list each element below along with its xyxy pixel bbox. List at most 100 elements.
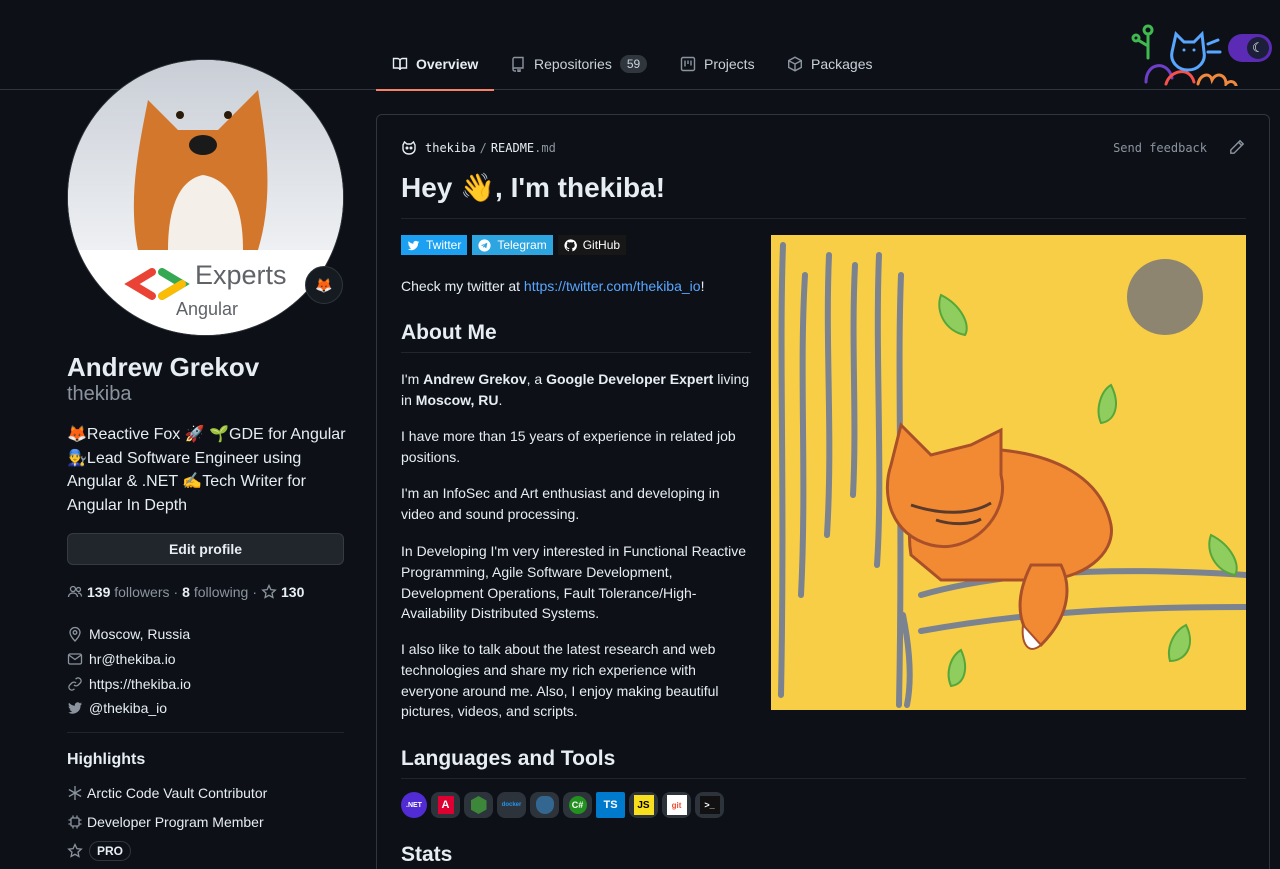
tab-packages[interactable]: Packages — [771, 38, 888, 90]
cpu-icon — [68, 815, 82, 828]
tool-label: TS — [603, 799, 618, 811]
twitter-row: @thekiba_io — [67, 696, 344, 721]
tab-projects[interactable]: Projects — [664, 38, 771, 90]
people-icon — [67, 585, 83, 598]
tool-label: docker — [501, 802, 522, 808]
status-emoji-button[interactable]: 🦊 — [305, 266, 343, 304]
terminal-icon: >_ — [695, 792, 724, 818]
sleeping-fox-illustration — [771, 235, 1246, 710]
city-strong: Moscow, RU — [415, 391, 499, 408]
csharp-icon: C# — [563, 792, 592, 818]
package-icon — [788, 56, 802, 72]
profile-details: Moscow, Russia hr@thekiba.io https://the… — [67, 622, 344, 721]
languages-divider — [401, 778, 1246, 779]
star-icon — [261, 584, 277, 599]
twitter-icon — [407, 240, 420, 250]
tool-label — [470, 796, 487, 814]
star-icon — [67, 842, 83, 858]
social-badges: Twitter Telegram GitHub — [401, 235, 627, 255]
highlight-item[interactable]: Arctic Code Vault Contributor — [67, 778, 344, 807]
stars-link[interactable]: 130 — [261, 584, 304, 600]
badge-label: Telegram — [497, 238, 547, 252]
theme-toggle[interactable]: ☾ — [1228, 34, 1272, 62]
telegram-icon — [478, 238, 491, 252]
about-paragraph-1: I'm Andrew Grekov, a Google Developer Ex… — [401, 369, 751, 411]
about-paragraph-5: I also like to talk about the latest res… — [401, 641, 719, 720]
twitter-post-text: ! — [700, 278, 705, 294]
twitter-url-link[interactable]: https://twitter.com/thekiba_io — [524, 278, 701, 294]
send-feedback-link[interactable]: Send feedback — [1113, 141, 1207, 155]
status-emoji: 🦊 — [315, 276, 333, 293]
highlight-item[interactable]: PRO — [67, 836, 344, 865]
profile-login: thekiba — [67, 383, 132, 405]
highlight-label: Arctic Code Vault Contributor — [87, 784, 268, 801]
tools-list: .NET A docker C# TS JS git >_ — [401, 792, 724, 818]
stars-count: 130 — [281, 584, 305, 600]
follow-stats: 139 followers · 8 following · 130 — [67, 582, 304, 602]
avatar[interactable]: Experts Angular — [67, 59, 344, 336]
followers-link[interactable]: 139 followers — [87, 584, 170, 600]
location-row: Moscow, Russia — [67, 622, 344, 647]
about-divider — [401, 352, 751, 353]
edit-profile-label: Edit profile — [168, 541, 243, 557]
profile-name: Andrew Grekov — [67, 352, 260, 382]
mail-icon — [67, 653, 83, 665]
dotnet-icon: .NET — [401, 792, 427, 818]
about-paragraph-2: I have more than 15 years of experience … — [401, 428, 736, 465]
readme-file-ext: .md — [534, 141, 556, 155]
nodejs-icon — [464, 792, 493, 818]
about-heading: About Me — [401, 321, 497, 344]
typescript-icon: TS — [596, 792, 625, 818]
pencil-icon[interactable] — [1229, 139, 1245, 155]
title-divider — [401, 218, 1246, 219]
tab-overview[interactable]: Overview — [376, 38, 495, 91]
edit-profile-button[interactable]: Edit profile — [67, 533, 344, 565]
tab-label: Overview — [416, 56, 479, 72]
smiley-icon — [402, 140, 416, 155]
stats-heading: Stats — [401, 843, 453, 866]
sidebar-divider — [67, 732, 344, 733]
twitter-badge[interactable]: Twitter — [401, 235, 468, 255]
github-icon — [564, 238, 577, 251]
website-link[interactable]: https://thekiba.io — [89, 676, 191, 692]
tab-label: Repositories — [534, 56, 612, 72]
twitter-handle-link[interactable]: @thekiba_io — [89, 700, 167, 716]
badge-label: Twitter — [426, 238, 462, 252]
email-link[interactable]: hr@thekiba.io — [89, 651, 176, 667]
following-label: following — [193, 584, 249, 600]
following-link[interactable]: 8 following — [182, 584, 248, 600]
about-paragraph-4: In Developing I'm very interested in Fun… — [401, 543, 747, 622]
profile-bio: 🦊Reactive Fox 🚀 🌱GDE for Angular 👨‍🔧Lead… — [67, 426, 346, 515]
email-row: hr@thekiba.io — [67, 647, 344, 672]
tab-repositories[interactable]: Repositories 59 — [494, 38, 663, 90]
project-icon — [680, 56, 696, 72]
twitter-paragraph: Check my twitter at https://twitter.com/… — [401, 276, 821, 297]
highlights-list: Arctic Code Vault Contributor Developer … — [67, 778, 344, 865]
twitter-icon — [68, 702, 82, 715]
text-span: . — [498, 391, 503, 408]
tool-label: .NET — [406, 801, 422, 809]
readme-breadcrumb: thekiba / README .md — [401, 139, 556, 157]
location-icon — [69, 627, 81, 643]
tab-label: Projects — [704, 56, 755, 72]
moon-icon: ☾ — [1247, 37, 1269, 59]
badge-label: GitHub — [582, 238, 621, 252]
tool-label: A — [437, 796, 454, 814]
highlight-item[interactable]: Developer Program Member — [67, 807, 344, 836]
javascript-icon: JS — [629, 792, 658, 818]
about-paragraph-3: I'm an InfoSec and Art enthusiast and de… — [401, 485, 720, 522]
tool-label: JS — [633, 795, 654, 815]
readme-owner-link[interactable]: thekiba — [425, 141, 476, 155]
telegram-badge[interactable]: Telegram — [472, 235, 553, 255]
docker-icon: docker — [497, 792, 526, 818]
readme-title: Hey 👋, I'm thekiba! — [401, 172, 666, 203]
repo-count-badge: 59 — [619, 55, 648, 73]
followers-label: followers — [114, 584, 170, 600]
highlight-label: Developer Program Member — [87, 813, 264, 830]
name-strong: Andrew Grekov — [423, 371, 527, 387]
tool-label: >_ — [699, 796, 720, 814]
tool-label: C# — [568, 796, 587, 814]
link-icon — [68, 677, 82, 691]
path-slash: / — [479, 141, 487, 155]
github-badge[interactable]: GitHub — [557, 235, 627, 255]
